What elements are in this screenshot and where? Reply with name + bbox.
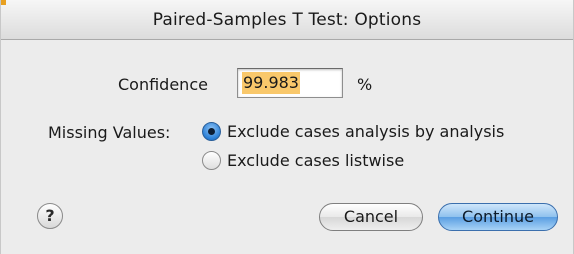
option-exclude-analysis-by-analysis-label[interactable]: Exclude cases analysis by analysis xyxy=(227,122,504,141)
confidence-value: 99.983 xyxy=(242,72,300,94)
radio-exclude-analysis-by-analysis[interactable] xyxy=(202,122,221,141)
radio-exclude-listwise[interactable] xyxy=(202,151,221,170)
missing-values-label: Missing Values: xyxy=(48,123,171,142)
options-dialog: Paired-Samples T Test: Options Confidenc… xyxy=(0,0,574,254)
option-exclude-listwise-label[interactable]: Exclude cases listwise xyxy=(227,151,404,170)
window-corner-mark xyxy=(1,0,6,5)
continue-button[interactable]: Continue xyxy=(438,203,558,231)
confidence-input[interactable]: 99.983 xyxy=(237,68,343,98)
percent-unit-label: % xyxy=(357,75,373,94)
radio-selected-dot-icon xyxy=(208,128,215,135)
confidence-label: Confidence xyxy=(118,75,208,94)
cancel-button[interactable]: Cancel xyxy=(319,203,423,231)
help-button[interactable]: ? xyxy=(37,203,63,229)
dialog-title: Paired-Samples T Test: Options xyxy=(152,10,422,30)
title-bar[interactable]: Paired-Samples T Test: Options xyxy=(1,0,573,40)
